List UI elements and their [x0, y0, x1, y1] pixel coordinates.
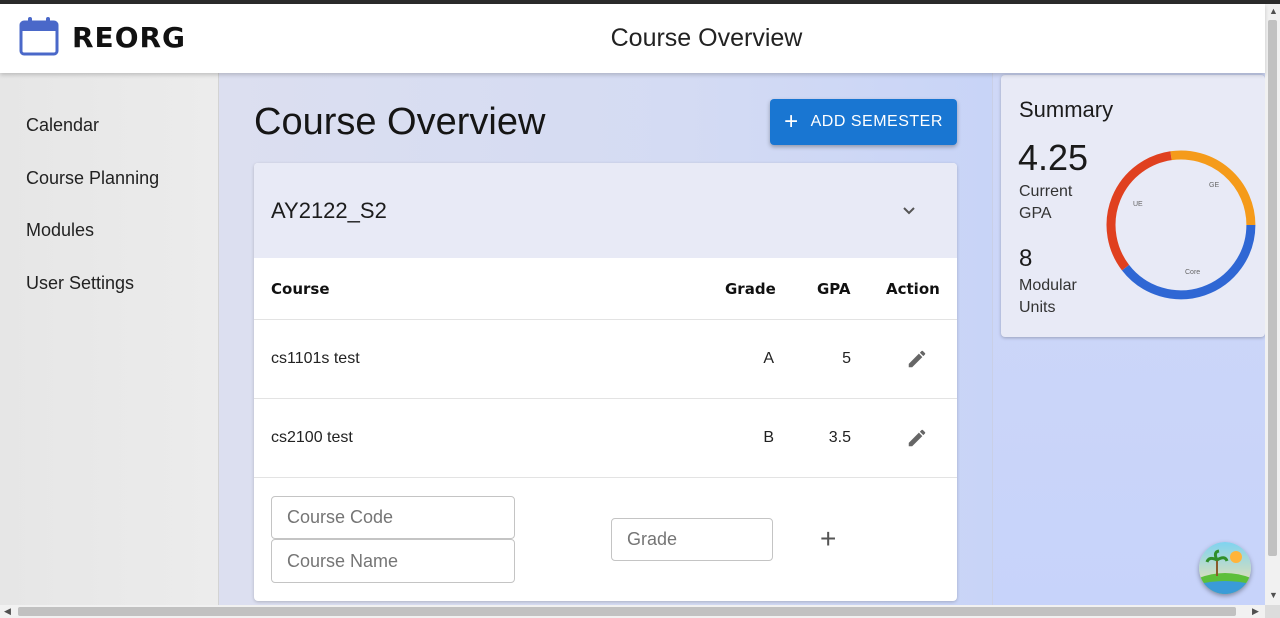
grade-input[interactable] — [611, 518, 773, 561]
sidebar-item-modules[interactable]: Modules — [26, 220, 94, 241]
page-title: Course Overview — [254, 101, 546, 143]
sidebar: Calendar Course Planning Modules User Se… — [0, 73, 219, 605]
semester-accordion-header[interactable]: AY2122_S2 — [254, 163, 957, 258]
edit-pencil-icon[interactable] — [906, 427, 928, 449]
add-semester-button[interactable]: + ADD SEMESTER — [770, 99, 957, 145]
course-code-input[interactable] — [271, 496, 515, 539]
plus-icon: + — [784, 108, 799, 135]
vertical-scrollbar[interactable]: ▲ ▼ — [1265, 4, 1280, 605]
sidebar-item-course-planning[interactable]: Course Planning — [26, 168, 159, 189]
main-content: Course Overview + ADD SEMESTER AY2122_S2… — [219, 73, 993, 605]
category-donut-chart: GE Core UE — [1106, 150, 1256, 300]
beach-island-icon — [1199, 542, 1251, 594]
scroll-left-arrow-icon[interactable]: ◀ — [4, 607, 11, 616]
donut-label-ge: GE — [1209, 182, 1219, 189]
column-header-gpa: GPA — [817, 280, 851, 298]
horizontal-scroll-thumb[interactable] — [18, 607, 1236, 616]
modular-units-value: 8 — [1019, 245, 1033, 272]
gpa-value: 4.25 — [1018, 137, 1089, 178]
semester-card: AY2122_S2 Course Grade GPA Action cs1101… — [254, 163, 957, 601]
donut-label-ue: UE — [1133, 201, 1143, 208]
table-header-row: Course Grade GPA Action — [254, 258, 957, 320]
chevron-up-icon[interactable] — [899, 201, 919, 221]
table-row: cs1101s test A 5 — [254, 320, 957, 399]
scroll-up-arrow-icon[interactable]: ▲ — [1269, 7, 1278, 16]
table-row: cs2100 test B 3.5 — [254, 399, 957, 478]
donut-segment-ge — [1170, 150, 1256, 226]
column-header-course: Course — [271, 280, 330, 298]
gpa-cell: 5 — [842, 350, 851, 367]
sidebar-item-calendar[interactable]: Calendar — [26, 115, 99, 136]
grade-cell: A — [763, 350, 774, 367]
add-course-plus-icon[interactable]: + — [820, 525, 836, 553]
edit-pencil-icon[interactable] — [906, 348, 928, 370]
summary-card: Summary 4.25 Current GPA 8 Modular Units… — [1001, 75, 1265, 337]
gpa-label: Current GPA — [1019, 183, 1073, 222]
scroll-right-arrow-icon[interactable]: ▶ — [1252, 607, 1259, 616]
course-cell: cs1101s test — [271, 350, 360, 367]
column-header-grade: Grade — [725, 280, 776, 298]
course-cell: cs2100 test — [271, 429, 353, 446]
donut-label-core: Core — [1185, 269, 1200, 276]
modular-units-label: Modular Units — [1019, 277, 1077, 316]
gpa-cell: 3.5 — [828, 429, 851, 446]
scroll-down-arrow-icon[interactable]: ▼ — [1269, 591, 1278, 600]
right-panel: Summary 4.25 Current GPA 8 Modular Units… — [993, 73, 1265, 605]
vertical-scroll-thumb[interactable] — [1268, 20, 1277, 556]
sidebar-item-user-settings[interactable]: User Settings — [26, 273, 134, 294]
app-bar: REORG Course Overview — [0, 4, 1265, 73]
course-name-input[interactable] — [271, 539, 515, 583]
donut-segment-core — [1121, 224, 1256, 300]
summary-title: Summary — [1019, 97, 1114, 122]
grade-cell: B — [763, 429, 774, 446]
add-semester-label: ADD SEMESTER — [810, 113, 943, 130]
column-header-action: Action — [886, 280, 940, 298]
avatar-fab-button[interactable] — [1199, 542, 1251, 594]
semester-name: AY2122_S2 — [271, 198, 387, 223]
horizontal-scrollbar[interactable]: ◀ ▶ — [0, 605, 1265, 618]
app-bar-title: Course Overview — [610, 24, 803, 52]
donut-segment-ue — [1106, 151, 1172, 271]
scrollbar-corner — [1265, 605, 1280, 618]
